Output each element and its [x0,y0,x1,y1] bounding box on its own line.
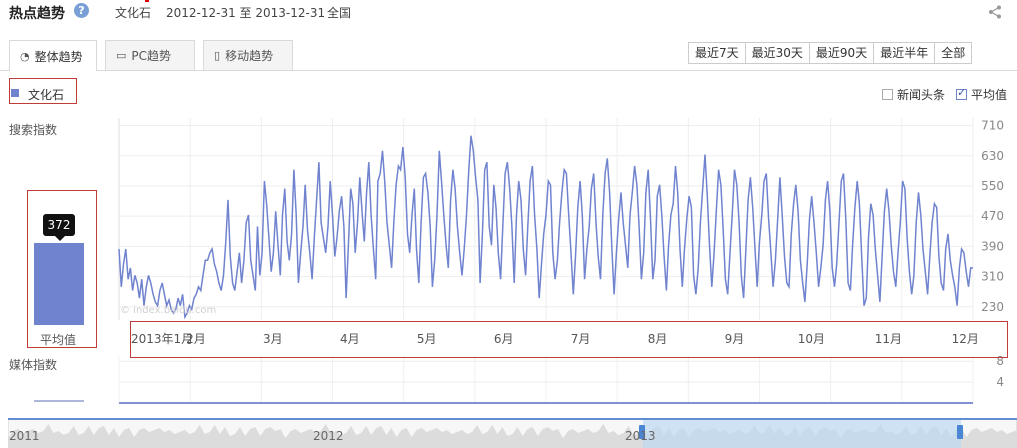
navigator-right-handle[interactable] [957,425,963,439]
media-y-tick-label: 4 [996,375,1004,389]
navigator-year-label: 2013 [625,429,656,443]
y-tick-label: 550 [981,179,1004,193]
y-tick-label: 630 [981,149,1004,163]
navigator-year-label: 2011 [9,429,40,443]
navigator-selection[interactable] [643,418,961,448]
y-tick-label: 470 [981,209,1004,223]
y-tick-label: 310 [981,270,1004,284]
range-navigator[interactable]: 2011 2012 2013 [8,418,1017,448]
watermark: © index.baidu.com [120,305,216,316]
y-tick-label: 230 [981,300,1004,314]
month-axis-highlight [130,321,1008,358]
y-tick-label: 710 [981,119,1004,133]
y-tick-label: 390 [981,239,1004,253]
navigator-year-label: 2012 [313,429,344,443]
